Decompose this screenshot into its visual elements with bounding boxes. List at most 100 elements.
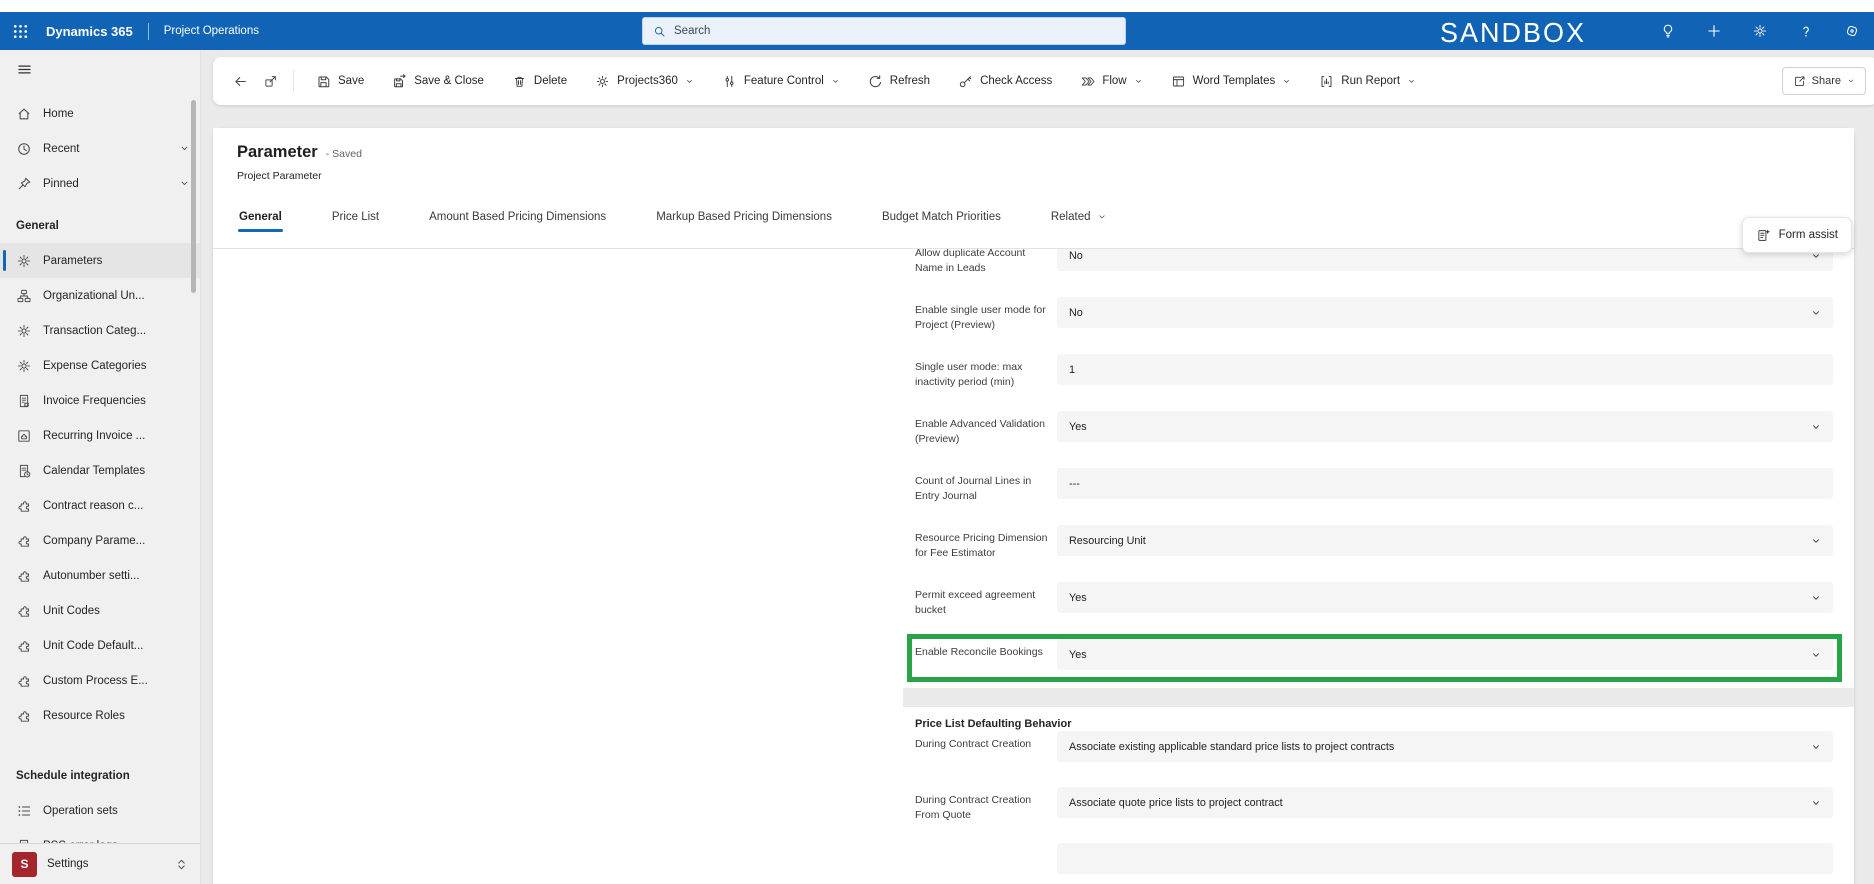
page-title-row: Parameter - Saved — [237, 143, 362, 162]
sidebar-item-home[interactable]: Home — [0, 96, 200, 131]
entity-type-label: Project Parameter — [237, 170, 322, 182]
form-scroll-region[interactable]: Allow duplicate Account Name in Leads No… — [213, 249, 1854, 884]
back-button[interactable] — [225, 65, 255, 97]
back-arrow-icon — [233, 74, 248, 89]
clock-icon — [16, 141, 32, 157]
command-divider — [293, 70, 294, 92]
form-field — [915, 843, 1833, 884]
command-button-refresh[interactable]: Refresh — [854, 65, 944, 97]
tab-price-list[interactable]: Price List — [331, 204, 380, 233]
question-icon — [1798, 23, 1814, 39]
tab-label: Related — [1050, 211, 1091, 223]
chevron-down-icon — [1803, 742, 1821, 752]
tab-budget-match-priorities[interactable]: Budget Match Priorities — [881, 204, 1002, 233]
sidebar-item-invoice-frequencies[interactable]: Invoice Frequencies — [0, 383, 200, 418]
navbar-button-plus[interactable] — [1706, 23, 1722, 39]
tab-markup-based-pricing-dimensions[interactable]: Markup Based Pricing Dimensions — [655, 204, 833, 233]
field-value-control[interactable]: Associate existing applicable standard p… — [1057, 731, 1833, 762]
form-field-during-contract-creation: During Contract Creation Associate exist… — [915, 731, 1833, 787]
form-right-column: Allow duplicate Account Name in Leads No… — [903, 249, 1854, 884]
sidebar-item-pinned[interactable]: Pinned — [0, 166, 200, 201]
save-icon — [316, 74, 331, 89]
navbar-button-copilot[interactable] — [1844, 23, 1860, 39]
sidebar-item-parameters[interactable]: Parameters — [0, 243, 200, 278]
sidebar-item-recurring-invoice[interactable]: Recurring Invoice ... — [0, 418, 200, 453]
form-header: Parameter - Saved Project Parameter Gene… — [213, 128, 1854, 249]
command-button-feature-control[interactable]: Feature Control — [708, 65, 854, 97]
field-value-control[interactable]: Yes — [1057, 411, 1833, 442]
field-value-control[interactable]: Yes — [1057, 582, 1833, 613]
sidebar-item-operation-sets[interactable]: Operation sets — [0, 793, 200, 828]
command-button-check-access[interactable]: Check Access — [944, 65, 1066, 97]
sidebar-item-unit-code-default[interactable]: Unit Code Default... — [0, 628, 200, 663]
command-button-delete[interactable]: Delete — [498, 65, 581, 97]
command-button-save[interactable]: Save — [302, 65, 378, 97]
chevron-down-icon — [1847, 77, 1855, 85]
field-value-control[interactable]: Resourcing Unit — [1057, 525, 1833, 556]
command-button-word-templates[interactable]: Word Templates — [1157, 65, 1306, 97]
sidebar-area-switcher[interactable]: S Settings — [0, 843, 200, 884]
tab-general[interactable]: General — [238, 204, 283, 233]
form-section-general: Allow duplicate Account Name in Leads No… — [903, 249, 1854, 688]
field-value: Yes — [1069, 648, 1087, 661]
sidebar-item-recent[interactable]: Recent — [0, 131, 200, 166]
sidebar-item-organizational-un[interactable]: Organizational Un... — [0, 278, 200, 313]
sidebar-item-autonumber-setti[interactable]: Autonumber setti... — [0, 558, 200, 593]
field-value-control[interactable] — [1057, 843, 1833, 874]
sidebar-scrollbar-thumb[interactable] — [191, 100, 196, 293]
field-value-control[interactable]: Yes — [1057, 639, 1833, 670]
sidebar-item-resource-roles[interactable]: Resource Roles — [0, 698, 200, 733]
word-icon — [1171, 74, 1186, 89]
form-field-enable-advanced-validation-preview: Enable Advanced Validation (Preview) Yes — [915, 411, 1833, 468]
sidebar-item-transaction-categ[interactable]: Transaction Categ... — [0, 313, 200, 348]
browser-gap — [0, 0, 1874, 12]
field-value-control[interactable]: No — [1057, 297, 1833, 328]
popout-icon — [263, 74, 278, 89]
sitemap-toggle-button[interactable] — [0, 50, 200, 88]
app-launcher-button[interactable] — [0, 12, 40, 50]
sidebar-item-label: Invoice Frequencies — [43, 394, 146, 407]
puzzle-icon — [16, 498, 32, 514]
field-label — [915, 843, 1049, 884]
command-button-save-close[interactable]: Save & Close — [378, 65, 498, 97]
sidebar-item-expense-categories[interactable]: Expense Categories — [0, 348, 200, 383]
search-input[interactable]: Search — [642, 17, 1126, 45]
field-value-control[interactable]: 1 — [1057, 354, 1833, 385]
field-label: During Contract Creation — [915, 738, 1032, 750]
command-button-run-report[interactable]: Run Report — [1305, 65, 1430, 97]
sidebar-item-calendar-templates[interactable]: Calendar Templates — [0, 453, 200, 488]
field-label: Permit exceed agreement bucket — [915, 589, 1036, 616]
navbar-button-gear[interactable] — [1752, 23, 1768, 39]
command-button-projects360[interactable]: Projects360 — [581, 65, 708, 97]
chevron-down-icon — [179, 143, 190, 154]
form-field-allow-duplicate-account-name-in-leads: Allow duplicate Account Name in Leads No — [915, 249, 1833, 297]
navbar-button-lightbulb[interactable] — [1660, 23, 1676, 39]
brand-logo[interactable]: Dynamics 365 — [46, 24, 133, 39]
app-name[interactable]: Project Operations — [164, 25, 259, 37]
sidebar-item-custom-process-e[interactable]: Custom Process E... — [0, 663, 200, 698]
tab-label: Markup Based Pricing Dimensions — [656, 211, 832, 223]
tab-related[interactable]: Related — [1050, 204, 1108, 233]
navbar-button-question[interactable] — [1798, 23, 1814, 39]
open-in-new-window-button[interactable] — [255, 65, 285, 97]
field-value: Resourcing Unit — [1069, 534, 1146, 547]
sidebar: Home Recent Pinned General Parameters Or… — [0, 50, 201, 884]
command-label: Save — [338, 75, 365, 87]
field-value-control[interactable]: --- — [1057, 468, 1833, 499]
sidebar-item-label: Expense Categories — [43, 359, 147, 372]
form-assist-button[interactable]: Form assist — [1741, 217, 1852, 253]
chevron-down-icon — [1803, 422, 1821, 432]
selection-indicator — [3, 250, 6, 271]
tab-label: Amount Based Pricing Dimensions — [429, 211, 607, 223]
menu-icon — [16, 61, 33, 78]
sidebar-item-company-parame[interactable]: Company Parame... — [0, 523, 200, 558]
command-button-flow[interactable]: Flow — [1066, 65, 1156, 97]
sidebar-item-unit-codes[interactable]: Unit Codes — [0, 593, 200, 628]
share-button[interactable]: Share — [1781, 67, 1866, 95]
form-field-resource-pricing-dimension-for-fee-estimator: Resource Pricing Dimension for Fee Estim… — [915, 525, 1833, 582]
field-value-control[interactable]: Associate quote price lists to project c… — [1057, 787, 1833, 818]
field-value-control[interactable]: No — [1057, 249, 1833, 271]
sidebar-item-contract-reason-c[interactable]: Contract reason c... — [0, 488, 200, 523]
puzzle-frame-icon — [16, 428, 32, 444]
tab-amount-based-pricing-dimensions[interactable]: Amount Based Pricing Dimensions — [428, 204, 607, 233]
